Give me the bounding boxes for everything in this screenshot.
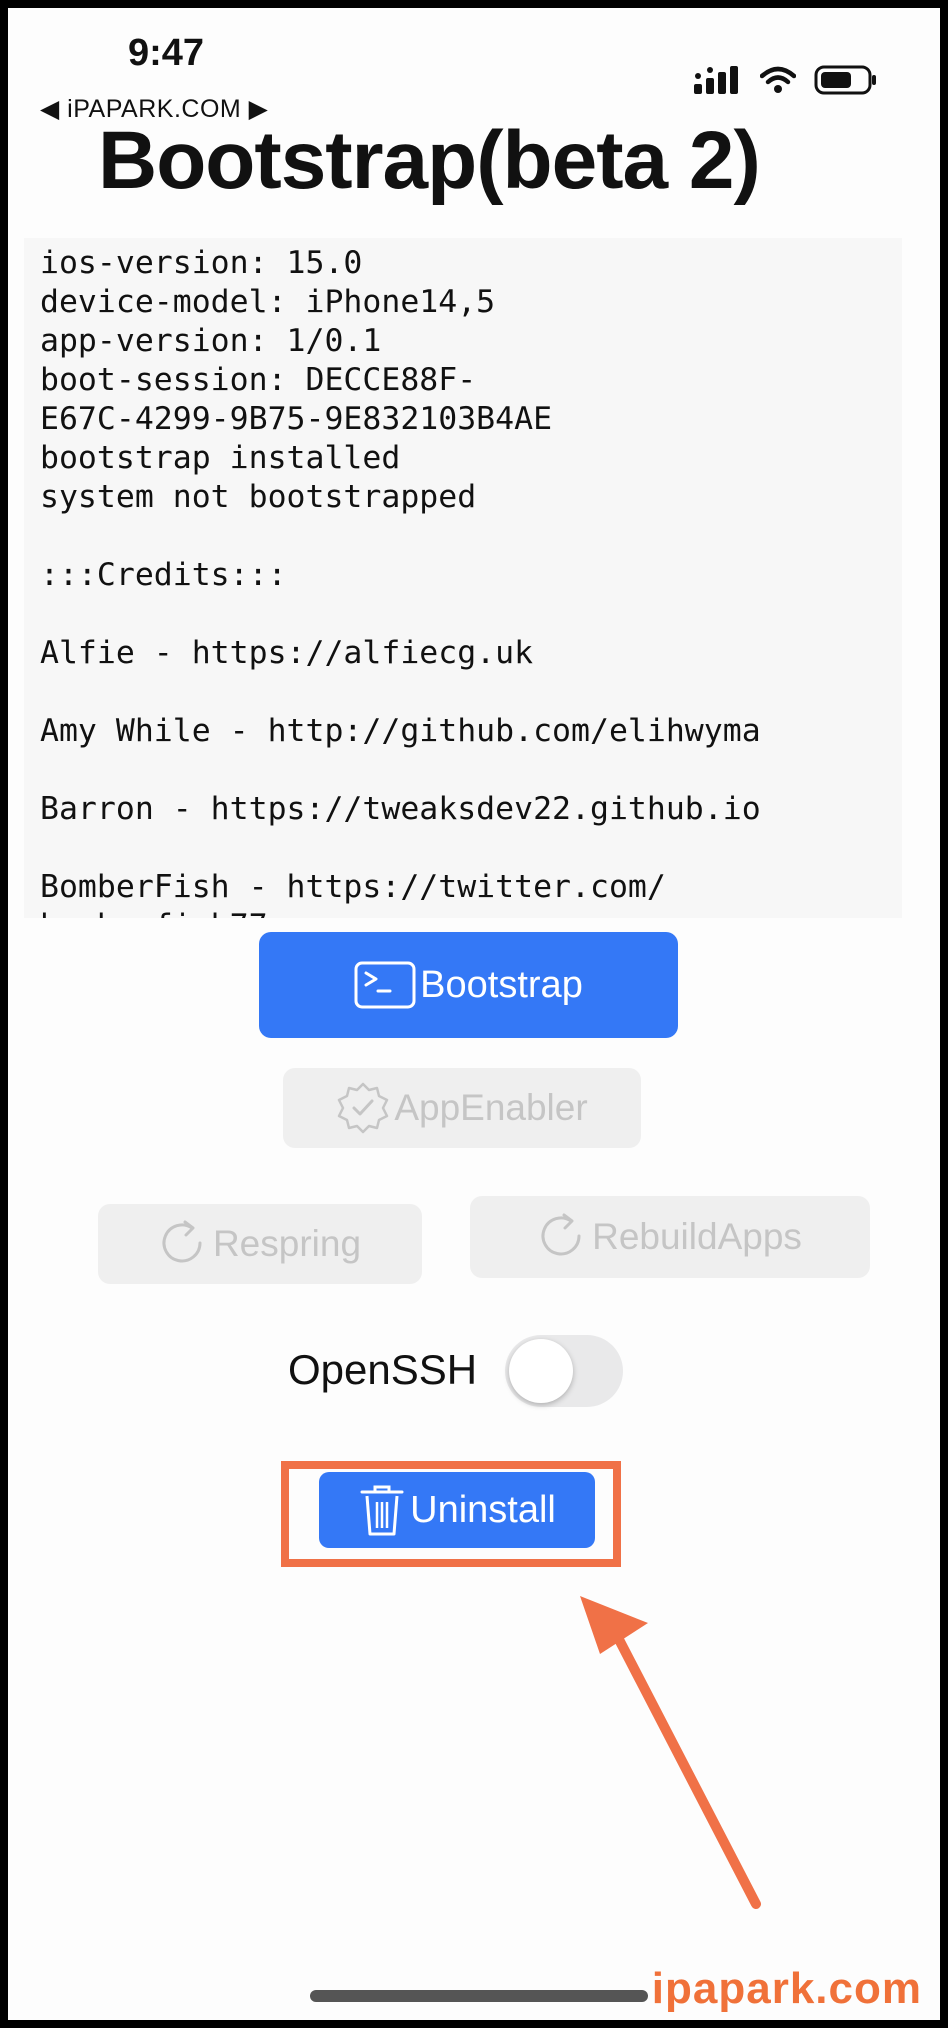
openssh-label: OpenSSH [288,1346,478,1393]
bootstrap-button[interactable]: Bootstrap [259,932,678,1038]
checkmark-seal-icon [336,1081,390,1135]
refresh-icon [159,1219,209,1269]
rebuild-apps-button-label: RebuildApps [592,1216,802,1257]
terminal-icon [354,961,416,1009]
wifi-icon [759,66,797,99]
cellular-signal-icon [694,64,742,101]
app-enabler-button[interactable]: AppEnabler [283,1068,641,1148]
toggle-knob[interactable] [509,1339,573,1403]
respring-button-label: Respring [212,1223,362,1264]
rebuild-apps-button[interactable]: RebuildApps [470,1196,870,1278]
log-text: ios-version: 15.0 device-model: iPhone14… [40,245,761,918]
watermark: ipapark.com [651,1964,922,2013]
status-icons [694,64,878,101]
app-enabler-button-label: AppEnabler [394,1087,588,1128]
annotation-highlight-box [281,1461,621,1567]
status-time: 9:47 [128,32,205,74]
openssh-toggle[interactable] [505,1335,623,1407]
respring-button[interactable]: Respring [98,1204,422,1284]
battery-icon [814,64,878,101]
refresh-icon [538,1212,588,1262]
page-title: Bootstrap(beta 2) [98,115,761,206]
app-screen: 9:47 ◀ iPAPARK.COM ▶ Bootstrap(beta 2) i… [8,8,940,2020]
bootstrap-button-label: Bootstrap [420,963,583,1006]
home-indicator[interactable] [310,1990,648,2002]
log-panel[interactable]: ios-version: 15.0 device-model: iPhone14… [24,238,902,918]
